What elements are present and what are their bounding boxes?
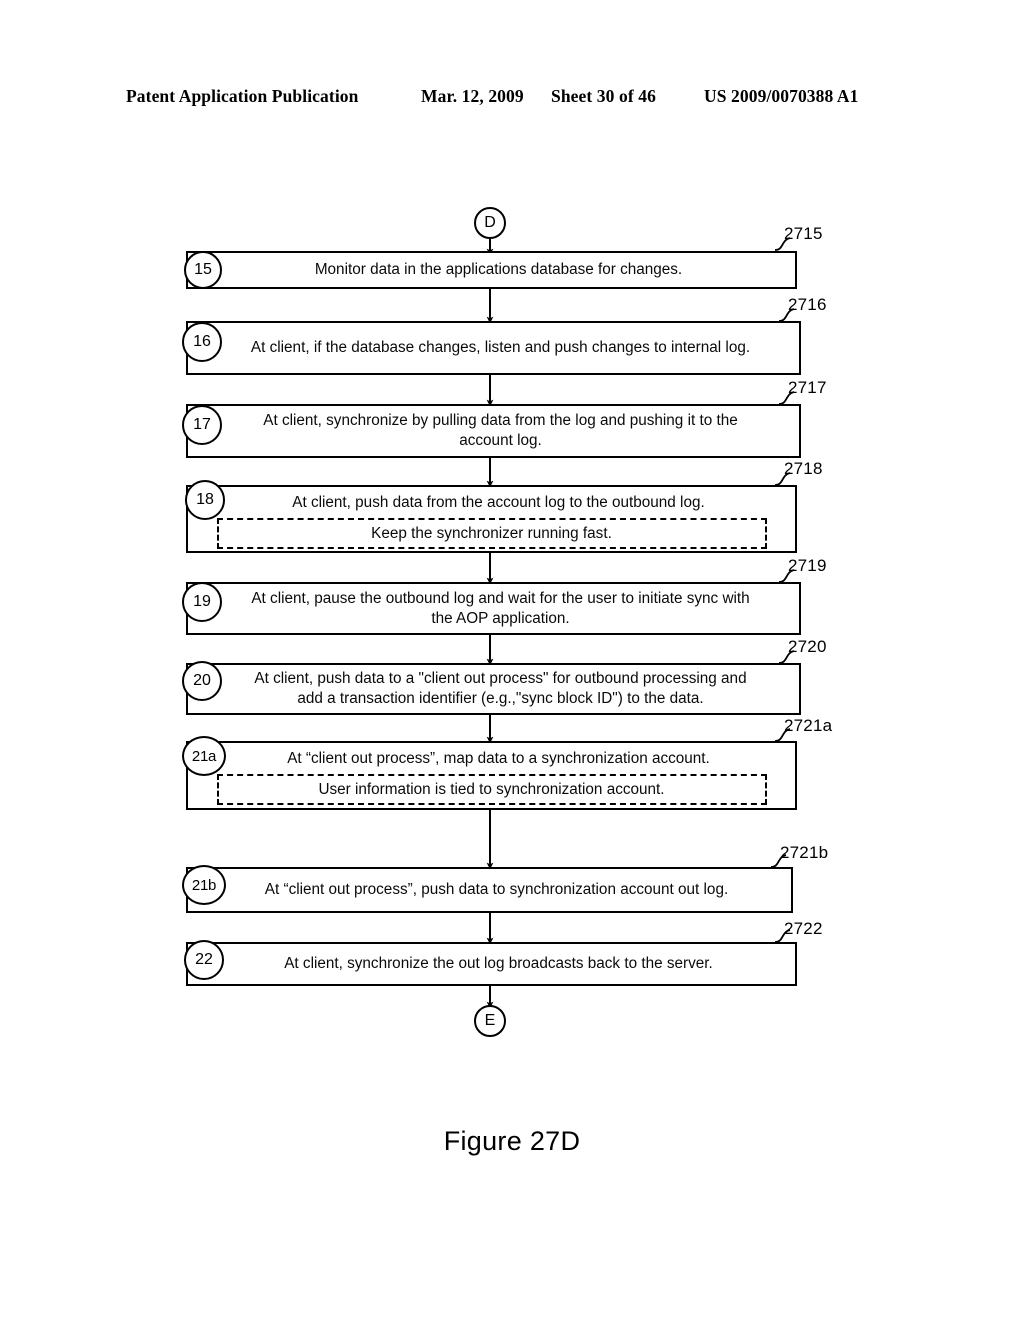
step-box-21a: At “client out process”, map data to a s… [186, 741, 797, 810]
connector-node-d: D [474, 207, 506, 239]
step-bubble-19: 19 [182, 582, 222, 622]
step-box-17: At client, synchronize by pulling data f… [186, 404, 801, 458]
ref-label-2722: 2722 [784, 919, 823, 938]
step-bubble-16: 16 [182, 322, 222, 362]
flowchart-diagram: D Monitor data in the applications datab… [0, 0, 1024, 1320]
step-box-22: At client, synchronize the out log broad… [186, 942, 797, 986]
step-number-19: 19 [193, 593, 211, 610]
step-bubble-21a: 21a [182, 736, 226, 776]
ref-label-2719: 2719 [788, 556, 827, 575]
ref-label-2716: 2716 [788, 295, 827, 314]
step-text-21b: At “client out process”, push data to sy… [264, 881, 729, 898]
step-box-16: At client, if the database changes, list… [186, 321, 801, 375]
step-number-20: 20 [193, 672, 211, 689]
step-bubble-20: 20 [182, 661, 222, 701]
ref-label-2721a: 2721a [784, 716, 833, 735]
step-bubble-15: 15 [184, 251, 222, 289]
step-text-20: At client, push data to a "client out pr… [254, 670, 747, 707]
step-text-19: At client, pause the outbound log and wa… [251, 589, 750, 627]
step-number-22: 22 [195, 951, 213, 968]
ref-label-2718: 2718 [784, 459, 823, 478]
ref-label-2715: 2715 [784, 224, 823, 243]
step-number-16: 16 [193, 333, 211, 350]
ref-label-2720: 2720 [788, 637, 827, 656]
figure-caption: Figure 27D [443, 1126, 581, 1156]
step-text-18: At client, push data from the account lo… [292, 494, 705, 511]
flowchart-connector-layer [486, 237, 795, 1009]
step-note-21a: User information is tied to synchronizat… [216, 774, 767, 805]
step-text-15: Monitor data in the applications databas… [314, 261, 683, 278]
step-bubble-18: 18 [185, 480, 225, 520]
step-number-17: 17 [193, 416, 211, 433]
step-number-15: 15 [194, 261, 212, 278]
step-box-18: At client, push data from the account lo… [186, 485, 797, 553]
connector-node-d-label: D [484, 214, 496, 231]
ref-label-2721b: 2721b [780, 843, 829, 862]
step-bubble-21b: 21b [182, 865, 226, 905]
step-number-21a: 21a [191, 747, 217, 765]
step-text-22: At client, synchronize the out log broad… [284, 955, 713, 972]
step-box-19: At client, pause the outbound log and wa… [186, 582, 801, 635]
step-number-21b: 21b [191, 876, 217, 894]
step-box-15: Monitor data in the applications databas… [186, 251, 797, 289]
connector-node-e-label: E [484, 1012, 496, 1029]
step-text-17: At client, synchronize by pulling data f… [263, 412, 738, 449]
step-number-18: 18 [196, 491, 214, 508]
step-bubble-17: 17 [182, 405, 222, 445]
step-text-21a: At “client out process”, map data to a s… [287, 750, 710, 767]
step-text-16: At client, if the database changes, list… [250, 339, 751, 356]
connector-node-e: E [474, 1005, 506, 1037]
step-bubble-22: 22 [184, 940, 224, 980]
step-note-18: Keep the synchronizer running fast. [216, 518, 767, 549]
ref-label-2717: 2717 [788, 378, 827, 397]
step-box-21b: At “client out process”, push data to sy… [186, 867, 793, 913]
step-box-20: At client, push data to a "client out pr… [186, 663, 801, 715]
